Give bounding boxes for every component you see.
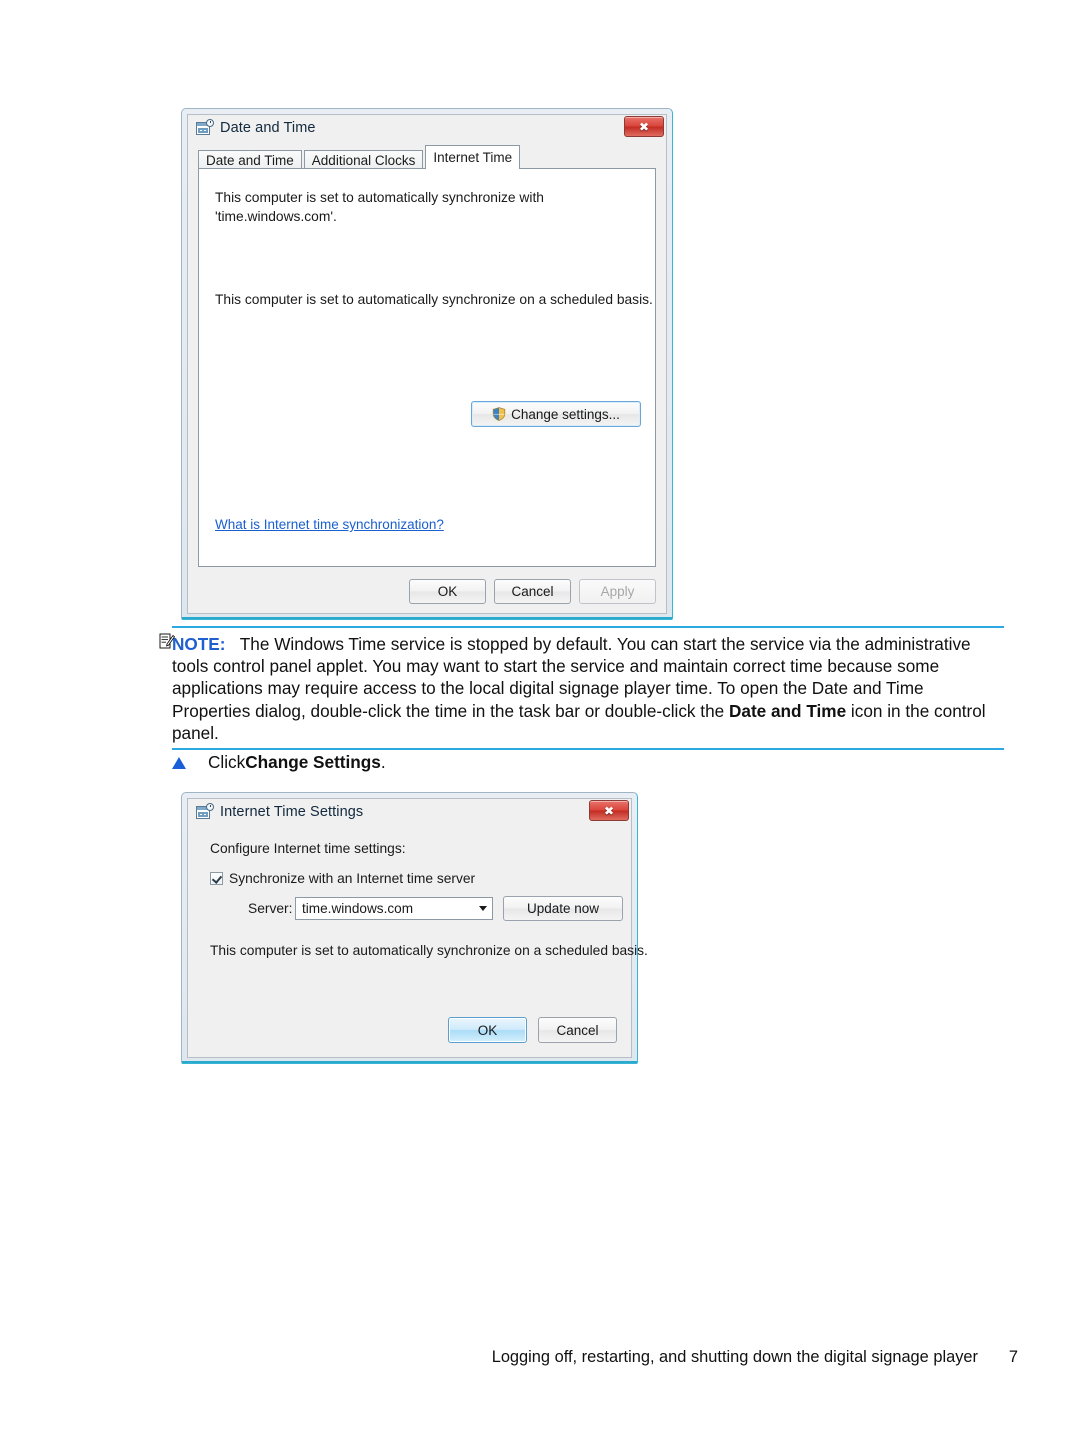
sync-target-line2: 'time.windows.com'. (215, 209, 337, 224)
step-prefix: Click (208, 752, 246, 772)
footer-page-number: 7 (1008, 1348, 1018, 1366)
sync-schedule-status: This computer is set to automatically sy… (215, 292, 653, 307)
internet-time-help-link[interactable]: What is Internet time synchronization? (215, 517, 444, 532)
dialog1-titlebar[interactable]: Date and Time ✖ (188, 115, 666, 141)
apply-button: Apply (579, 579, 656, 604)
internet-time-settings-dialog[interactable]: Internet Time Settings ✖ Configure Inter… (181, 792, 648, 1064)
dialog2-title: Internet Time Settings (220, 804, 364, 820)
configure-heading: Configure Internet time settings: (210, 841, 406, 856)
triangle-bullet-icon (172, 756, 186, 769)
internet-time-tab-pane: This computer is set to automatically sy… (198, 168, 656, 567)
close-icon[interactable]: ✖ (589, 800, 629, 821)
step-suffix: . (380, 752, 386, 772)
server-select[interactable]: time.windows.com (295, 897, 493, 920)
calendar-clock-icon (196, 802, 214, 821)
dialog1-title: Date and Time (220, 120, 316, 136)
uac-shield-icon (492, 407, 506, 421)
synchronize-checkbox[interactable] (210, 872, 223, 885)
change-settings-label: Change settings... (511, 406, 620, 422)
server-label: Server: (248, 901, 293, 916)
note-callout: NOTE: The Windows Time service is stoppe… (159, 626, 1004, 750)
sync-target-line1: This computer is set to automatically sy… (215, 190, 544, 205)
dialog1-tabstrip[interactable]: Date and Time Additional Clocks Internet… (198, 145, 656, 169)
dialog1-button-row: OK Cancel Apply (409, 579, 656, 604)
synchronize-checkbox-row[interactable]: Synchronize with an Internet time server (210, 871, 475, 886)
synchronize-checkbox-label: Synchronize with an Internet time server (229, 871, 476, 886)
note-bottom-rule (172, 747, 1004, 750)
date-and-time-dialog[interactable]: Date and Time ✖ Date and Time Additional… (181, 108, 673, 620)
ok-button[interactable]: OK (409, 579, 486, 604)
dialog2-content: Configure Internet time settings: Synchr… (188, 825, 648, 1057)
dialog2-titlebar[interactable]: Internet Time Settings ✖ (188, 799, 631, 825)
step-bold: Change Settings (245, 752, 381, 772)
server-select-value: time.windows.com (302, 901, 414, 916)
note-label: NOTE: (172, 634, 226, 654)
step-click-change-settings: Click Change Settings. (172, 752, 386, 773)
note-pencil-icon (158, 632, 176, 650)
ok-button[interactable]: OK (448, 1017, 527, 1043)
note-bold-phrase: Date and Time (728, 700, 847, 721)
calendar-clock-icon (196, 118, 214, 137)
tab-additional-clocks[interactable]: Additional Clocks (303, 150, 424, 169)
dialog2-button-row: OK Cancel (448, 1017, 617, 1043)
page-footer: Logging off, restarting, and shutting do… (0, 1348, 1080, 1367)
cancel-button[interactable]: Cancel (538, 1017, 617, 1043)
tab-date-and-time[interactable]: Date and Time (198, 150, 302, 169)
cancel-button[interactable]: Cancel (494, 579, 571, 604)
sync-schedule-status: This computer is set to automatically sy… (210, 943, 648, 958)
footer-chapter-title: Logging off, restarting, and shutting do… (491, 1348, 978, 1366)
chevron-down-icon[interactable] (474, 906, 492, 911)
dialog2-inner-surface: Internet Time Settings ✖ Configure Inter… (187, 798, 648, 1058)
dialog-inner-surface: Date and Time ✖ Date and Time Additional… (187, 114, 667, 614)
update-now-button[interactable]: Update now (503, 896, 623, 921)
note-text: NOTE: The Windows Time service is stoppe… (159, 628, 1004, 748)
tab-internet-time[interactable]: Internet Time (425, 145, 521, 169)
close-icon[interactable]: ✖ (624, 116, 664, 137)
change-settings-button[interactable]: Change settings... (471, 401, 641, 427)
